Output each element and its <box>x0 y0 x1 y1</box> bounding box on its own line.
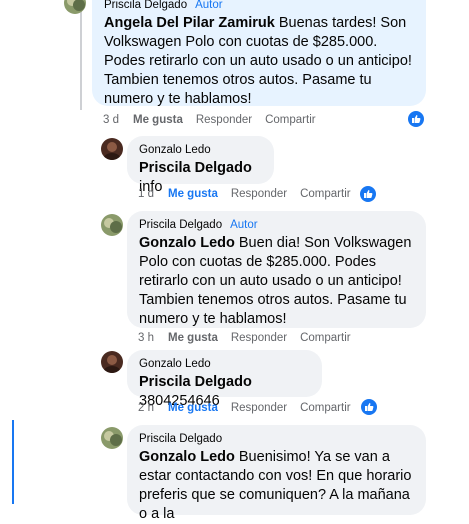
mention-link[interactable]: Priscila Delgado <box>139 160 252 176</box>
timestamp[interactable]: 3 h <box>138 332 154 344</box>
comment-author-line: Gonzalo Ledo <box>139 142 262 158</box>
comment-bubble: Priscila Delgado Autor Gonzalo Ledo Buen … <box>127 211 426 328</box>
mention-link[interactable]: Priscila Delgado <box>139 374 252 390</box>
comment-bubble: Priscila Delgado Autor Angela Del Pilar Z… <box>92 0 426 109</box>
share-button[interactable]: Compartir <box>300 332 350 344</box>
comment-actions: 3 h Me gusta Responder Compartir <box>138 330 364 346</box>
comment-actions: 2 h Me gusta Responder Compartir <box>138 400 364 416</box>
comment-author[interactable]: Priscila Delgado <box>104 0 187 11</box>
thread-line <box>80 0 82 110</box>
timestamp[interactable]: 2 h <box>138 402 154 414</box>
comment-bubble: Priscila Delgado Gonzalo Ledo Buenisimo!… <box>127 425 426 522</box>
comment-actions: 1 d Me gusta Responder Compartir <box>138 186 364 202</box>
like-button[interactable]: Me gusta <box>133 114 183 126</box>
comment-author[interactable]: Priscila Delgado <box>139 219 222 231</box>
comment-bubble: Gonzalo Ledo Priscila Delgado 3804254646 <box>127 350 322 409</box>
mention-link[interactable]: Gonzalo Ledo <box>139 235 235 251</box>
author-badge: Autor <box>195 0 223 11</box>
reply-button[interactable]: Responder <box>231 402 287 414</box>
avatar[interactable] <box>64 0 86 14</box>
comment-text: Angela Del Pilar Zamiruk Buenas tardes! … <box>104 14 414 109</box>
mention-link[interactable]: Gonzalo Ledo <box>139 449 235 465</box>
comment-text: Gonzalo Ledo Buenisimo! Ya se van a esta… <box>139 448 414 524</box>
comment-author-line: Gonzalo Ledo <box>139 356 310 372</box>
share-button[interactable]: Compartir <box>300 188 350 200</box>
avatar[interactable] <box>101 427 123 449</box>
reply-button[interactable]: Responder <box>231 332 287 344</box>
comment-text: Gonzalo Ledo Buen dia! Son Volkswagen Po… <box>139 234 414 329</box>
thumbs-up-icon[interactable] <box>408 111 424 127</box>
avatar[interactable] <box>101 138 123 160</box>
avatar[interactable] <box>101 214 123 236</box>
like-button[interactable]: Me gusta <box>168 332 218 344</box>
author-badge: Autor <box>230 219 258 231</box>
timestamp[interactable]: 3 d <box>103 114 119 126</box>
comment-author[interactable]: Gonzalo Ledo <box>139 144 211 156</box>
thread-line-active <box>12 420 14 504</box>
thumbs-up-icon[interactable] <box>361 399 377 415</box>
comment-bubble: Gonzalo Ledo Priscila Delgado info <box>127 136 274 195</box>
comment-actions: 3 d Me gusta Responder Compartir <box>103 112 329 128</box>
comment-author-line: Priscila Delgado Autor <box>104 0 414 13</box>
reply-button[interactable]: Responder <box>196 114 252 126</box>
comment-author[interactable]: Gonzalo Ledo <box>139 358 211 370</box>
comment-author-line: Priscila Delgado Autor <box>139 217 414 233</box>
like-button[interactable]: Me gusta <box>168 188 218 200</box>
like-button[interactable]: Me gusta <box>168 402 218 414</box>
thumbs-up-icon[interactable] <box>360 186 376 202</box>
comment-author[interactable]: Priscila Delgado <box>139 433 222 445</box>
comment-author-line: Priscila Delgado <box>139 431 414 447</box>
timestamp[interactable]: 1 d <box>138 188 154 200</box>
mention-link[interactable]: Angela Del Pilar Zamiruk <box>104 15 275 31</box>
share-button[interactable]: Compartir <box>265 114 315 126</box>
share-button[interactable]: Compartir <box>300 402 350 414</box>
avatar[interactable] <box>101 351 123 373</box>
reply-button[interactable]: Responder <box>231 188 287 200</box>
